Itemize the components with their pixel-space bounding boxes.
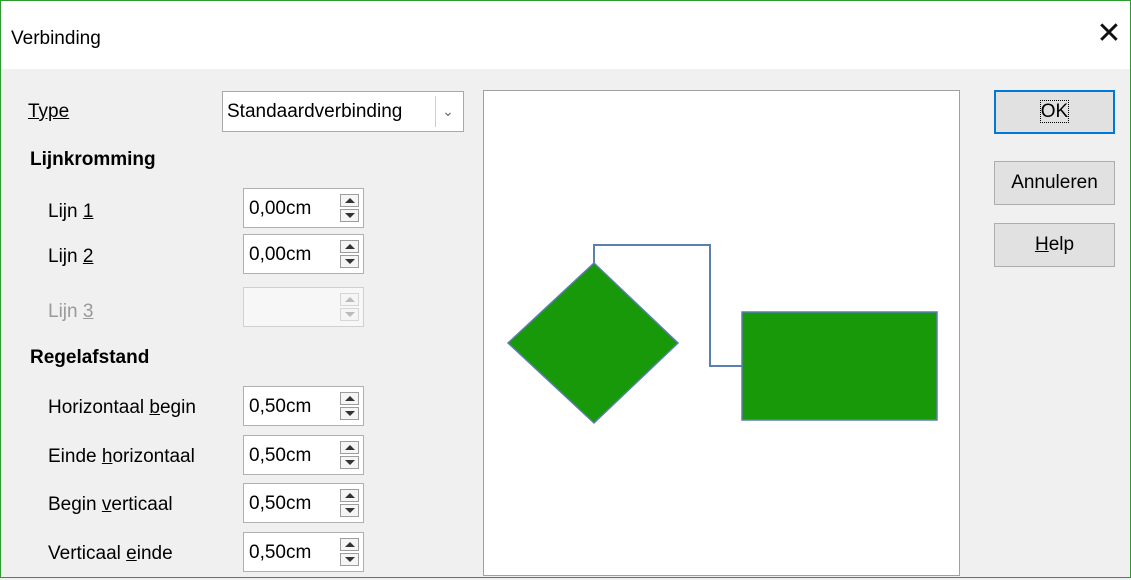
line3-spinbox [243,287,364,327]
help-button[interactable]: Help [994,223,1115,267]
connector-preview [483,90,960,576]
cancel-button[interactable]: Annuleren [994,161,1115,205]
vertical-end-value: 0,50cm [249,542,312,563]
vertical-begin-decrement-button[interactable] [340,504,359,517]
horizontal-begin-spinbox[interactable]: 0,50cm [243,386,364,426]
diamond-shape [506,261,680,425]
vertical-begin-value: 0,50cm [249,493,312,514]
horizontal-end-spinbox[interactable]: 0,50cm [243,435,364,475]
line1-increment-button[interactable] [340,194,359,207]
chevron-down-icon[interactable]: ⌄ [435,96,460,127]
horizontal-end-increment-button[interactable] [340,441,359,454]
horizontal-end-value: 0,50cm [249,445,312,466]
horizontal-begin-increment-button[interactable] [340,392,359,405]
vertical-begin-spinbox[interactable]: 0,50cm [243,483,364,523]
type-label: Type [28,101,70,122]
vertical-end-label: Verticaal einde [48,543,173,564]
regelafstand-heading: Regelafstand [30,347,150,368]
line3-label: Lijn 3 [48,301,94,322]
type-dropdown-value: Standaardverbinding [227,101,403,122]
close-icon[interactable]: ✕ [1094,19,1124,49]
rectangle-shape [741,311,938,421]
vertical-end-spinbox[interactable]: 0,50cm [243,532,364,572]
vertical-end-increment-button[interactable] [340,538,359,551]
connector-dialog: Verbinding ✕ Type Standaardverbinding ⌄ … [0,0,1131,578]
ok-button[interactable]: OK [994,90,1115,134]
line1-spinbox[interactable]: 0,00cm [243,188,364,228]
line2-value: 0,00cm [249,244,312,265]
horizontal-end-label: Einde horizontaal [48,446,195,467]
horizontal-end-decrement-button[interactable] [340,456,359,469]
line3-increment-button [340,293,359,306]
horizontal-begin-label: Horizontaal begin [48,397,196,418]
line2-spinbox[interactable]: 0,00cm [243,234,364,274]
vertical-begin-increment-button[interactable] [340,489,359,502]
line2-decrement-button[interactable] [340,255,359,268]
horizontal-begin-decrement-button[interactable] [340,407,359,420]
line1-value: 0,00cm [249,198,312,219]
horizontal-begin-value: 0,50cm [249,396,312,417]
title-bar: Verbinding ✕ [1,1,1130,69]
lijnkromming-heading: Lijnkromming [30,149,156,170]
line2-increment-button[interactable] [340,240,359,253]
dialog-title: Verbinding [11,28,101,49]
line2-label: Lijn 2 [48,246,94,267]
line3-decrement-button [340,308,359,321]
vertical-end-decrement-button[interactable] [340,553,359,566]
preview-canvas [506,244,938,425]
type-dropdown[interactable]: Standaardverbinding ⌄ [222,91,464,132]
line1-label: Lijn 1 [48,201,94,222]
vertical-begin-label: Begin verticaal [48,494,173,515]
line1-decrement-button[interactable] [340,209,359,222]
